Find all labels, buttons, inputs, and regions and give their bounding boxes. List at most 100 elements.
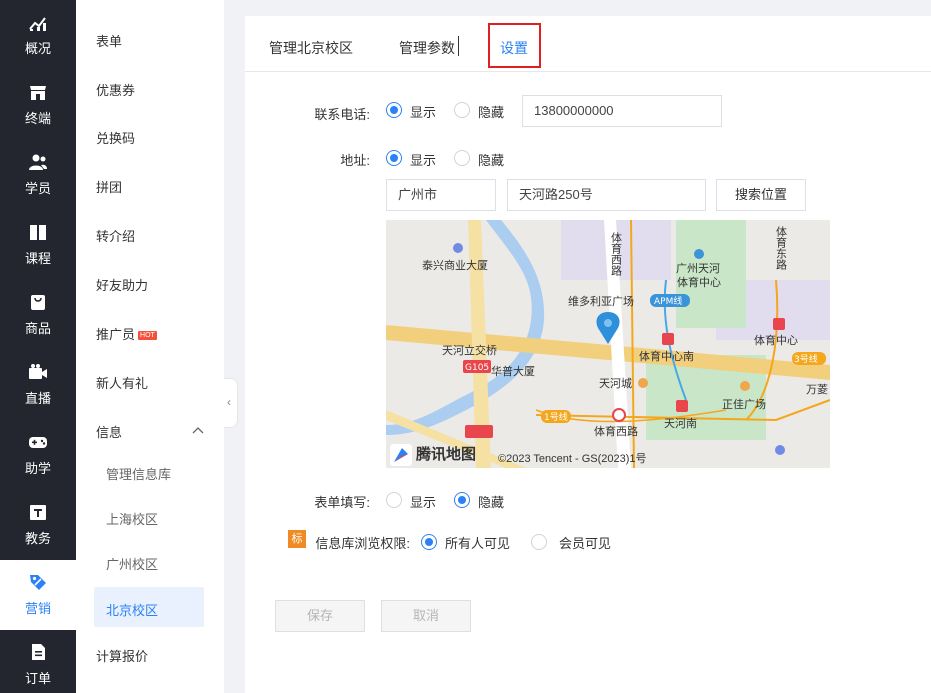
submenu-new-gift[interactable]: 新人有礼 [96, 373, 148, 392]
submenu-referral[interactable]: 转介绍 [96, 226, 135, 245]
submenu-beijing-campus[interactable]: 北京校区 [106, 600, 158, 619]
phone-label: 联系电话: [314, 107, 370, 122]
nav-courses-label: 课程 [24, 251, 51, 266]
phone-show-text[interactable]: 显示 [410, 102, 436, 121]
address-hide-radio[interactable] [454, 150, 470, 166]
submenu-guangzhou-campus[interactable]: 广州校区 [106, 554, 158, 573]
address-label: 地址: [340, 153, 370, 168]
map-label-victoria-plaza: 维多利亚广场 [568, 294, 634, 308]
tag-icon [30, 575, 46, 590]
phone-hide-text[interactable]: 隐藏 [478, 102, 504, 121]
chevron-left-icon: ‹ [227, 395, 231, 409]
search-location-button[interactable]: 搜索位置 [716, 179, 806, 211]
users-icon [29, 154, 47, 170]
gamepad-icon [29, 437, 47, 448]
tab-bar: 管理北京校区 管理参数 设置 [245, 16, 931, 72]
map-label-huapu: 华普大厦 [491, 364, 535, 378]
tencent-map-logo-icon [390, 444, 412, 466]
document-icon [32, 644, 45, 660]
nav-courses[interactable]: 课程 [0, 210, 76, 280]
store-icon [30, 86, 46, 100]
submenu-redeem-code[interactable]: 兑换码 [96, 128, 135, 147]
city-input[interactable]: 广州市 [386, 179, 496, 211]
cancel-button[interactable]: 取消 [381, 600, 471, 632]
nav-live[interactable]: 直播 [0, 350, 76, 420]
browse-all-radio[interactable] [421, 534, 437, 550]
phone-input[interactable]: 13800000000 [522, 95, 722, 127]
map-label-tiyu-zhongxin-nan: 体育中心南 [639, 349, 694, 363]
submenu-friend-assist[interactable]: 好友助力 [96, 275, 148, 294]
secondary-menu: 表单 优惠券 兑换码 拼团 转介绍 好友助力 推广员 HOT 新人有礼 信息 管理… [76, 0, 224, 693]
nav-academic[interactable]: 教务 [0, 490, 76, 560]
map-label-tiyu-xilu: 体育西路 [610, 231, 623, 277]
nav-terminal-label: 终端 [24, 111, 51, 126]
browse-member-text[interactable]: 会员可见 [559, 533, 611, 552]
submenu-coupon[interactable]: 优惠券 [96, 80, 135, 99]
submenu-form[interactable]: 表单 [96, 31, 122, 50]
submenu-info[interactable]: 信息 [96, 422, 122, 441]
calendar-icon [30, 505, 46, 520]
location-map[interactable]: 泰兴商业大厦 广州天河 体育中心 维多利亚广场 APM线 天河立交桥 华普大厦 … [386, 220, 830, 468]
main-nav-rail: 概况 终端 学员 课程 商品 直播 助学 教务 营销 订单 [0, 0, 76, 693]
nav-students[interactable]: 学员 [0, 140, 76, 210]
map-label-line-1: 1号线 [544, 411, 568, 423]
street-input[interactable]: 天河路250号 [507, 179, 706, 211]
map-label-guangzhou-tianhe: 广州天河 [676, 262, 720, 275]
form-fill-label: 表单填写: [314, 495, 370, 510]
chevron-up-icon[interactable] [192, 425, 204, 435]
nav-students-label: 学员 [24, 181, 51, 196]
form-fill-hide-text[interactable]: 隐藏 [478, 492, 504, 511]
map-label-tianhe-city: 天河城 [599, 377, 632, 390]
phone-show-radio[interactable] [386, 102, 402, 118]
phone-hide-radio[interactable] [454, 102, 470, 118]
form-fill-show-text[interactable]: 显示 [410, 492, 436, 511]
nav-overview-label: 概况 [24, 41, 51, 56]
map-label-tiyu-xilu-south: 体育西路 [594, 424, 638, 438]
address-hide-text[interactable]: 隐藏 [478, 150, 504, 169]
text-cursor [458, 36, 459, 56]
browse-member-radio[interactable] [531, 534, 547, 550]
map-label-tianhe-nan: 天河南 [664, 417, 697, 430]
map-label-apm-line: APM线 [654, 295, 682, 307]
nav-assist[interactable]: 助学 [0, 420, 76, 490]
tab-settings-highlight [488, 23, 541, 68]
map-logo-text: 腾讯地图 [416, 446, 477, 463]
map-label-tiyu-donglu: 体育东路 [775, 225, 788, 271]
browse-all-text[interactable]: 所有人可见 [445, 533, 510, 552]
map-label-tiyu-zhongxin-2: 体育中心 [754, 333, 798, 347]
save-button[interactable]: 保存 [275, 600, 365, 632]
book-icon [30, 225, 46, 240]
map-label-zhengjia: 正佳广场 [722, 397, 766, 411]
nav-overview[interactable]: 概况 [0, 0, 76, 70]
form-fill-hide-radio[interactable] [454, 492, 470, 508]
map-label-g105-a: G105 [465, 363, 489, 373]
nav-goods[interactable]: 商品 [0, 280, 76, 350]
submenu-manage-info-lib[interactable]: 管理信息库 [106, 464, 171, 483]
map-label-line-3: 3号线 [794, 353, 818, 365]
submenu-group-buy[interactable]: 拼团 [96, 177, 122, 196]
tab-manage-params[interactable]: 管理参数 [399, 38, 455, 58]
nav-marketing-label: 营销 [24, 601, 51, 616]
map-canvas: 泰兴商业大厦 广州天河 体育中心 维多利亚广场 APM线 天河立交桥 华普大厦 … [386, 220, 830, 468]
map-label-wanling: 万菱 [806, 383, 828, 396]
nav-marketing[interactable]: 营销 [0, 560, 76, 630]
nav-orders[interactable]: 订单 [0, 630, 76, 693]
chart-icon [29, 17, 46, 31]
collapse-menu-handle[interactable]: ‹ [224, 378, 238, 428]
nav-assist-label: 助学 [24, 461, 51, 476]
address-show-text[interactable]: 显示 [410, 150, 436, 169]
nav-terminal[interactable]: 终端 [0, 70, 76, 140]
tab-manage-beijing[interactable]: 管理北京校区 [269, 38, 353, 58]
nav-live-label: 直播 [24, 391, 51, 406]
video-icon [29, 364, 47, 379]
address-show-radio[interactable] [386, 150, 402, 166]
bag-icon [31, 295, 45, 310]
map-copyright: ©2023 Tencent - GS(2023)1号 [498, 453, 647, 465]
map-label-taixing: 泰兴商业大厦 [422, 258, 488, 272]
submenu-shanghai-campus[interactable]: 上海校区 [106, 509, 158, 528]
submenu-promoter[interactable]: 推广员 HOT [96, 324, 157, 343]
submenu-promoter-label: 推广员 [96, 327, 136, 342]
tag-badge-icon: 标 [288, 530, 306, 548]
submenu-quote-calc[interactable]: 计算报价 [96, 646, 148, 665]
form-fill-show-radio[interactable] [386, 492, 402, 508]
